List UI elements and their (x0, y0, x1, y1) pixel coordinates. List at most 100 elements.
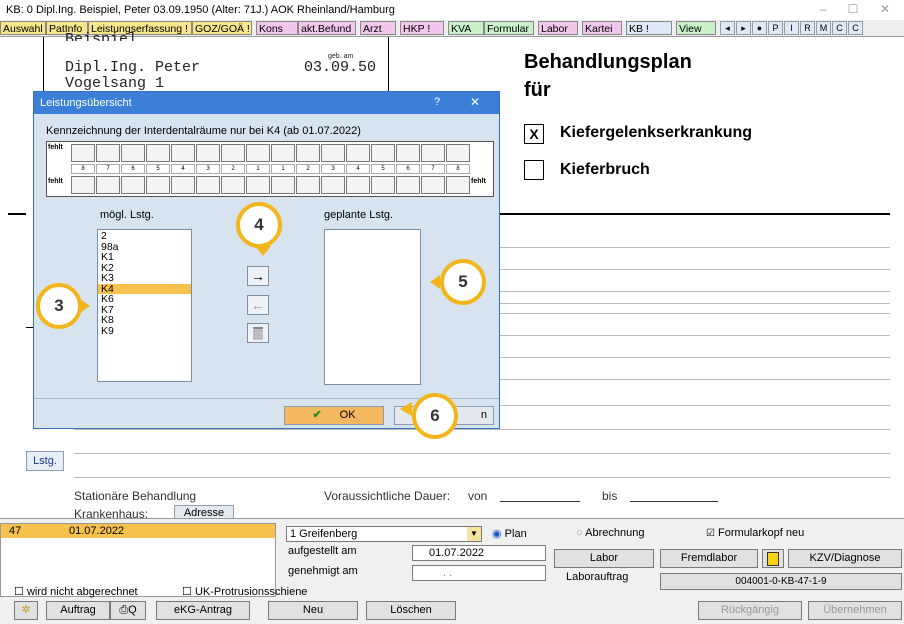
tab-formular[interactable]: Formular (484, 21, 534, 35)
von-line[interactable] (500, 501, 580, 502)
checkbox-uk-protrusion[interactable]: ☐ UK-Protrusionsschiene (182, 585, 307, 598)
check-kiefergelenk[interactable]: X (524, 124, 544, 144)
settings-button[interactable]: ✲ (14, 601, 38, 620)
lstg-button[interactable]: Lstg. (26, 451, 64, 471)
upper-tooth[interactable] (121, 144, 145, 162)
check-kieferbruch[interactable] (524, 160, 544, 180)
lower-tooth[interactable] (96, 176, 120, 194)
ok-button[interactable]: ✔ OK (284, 406, 384, 425)
possible-service-item[interactable]: K6 (98, 294, 191, 305)
kzv-diagnose-button[interactable]: KZV/Diagnose (788, 549, 902, 568)
tab-goz-goae[interactable]: GOZ/GOÄ ! (192, 21, 252, 35)
possible-service-item[interactable]: K9 (98, 325, 191, 337)
lower-tooth[interactable] (446, 176, 470, 194)
toolbar-icon-5[interactable]: R (800, 21, 815, 35)
upper-tooth[interactable] (396, 144, 420, 162)
aufgestellt-date-field[interactable]: 01.07.2022 (412, 545, 546, 561)
tooth-number: 8 (71, 164, 95, 174)
lower-tooth[interactable] (321, 176, 345, 194)
lower-tooth[interactable] (346, 176, 370, 194)
rueckgaengig-button[interactable]: Rückgängig (698, 601, 802, 620)
upper-tooth[interactable] (221, 144, 245, 162)
tab-kb[interactable]: KB ! (626, 21, 672, 35)
maximize-button[interactable]: ☐ (838, 2, 868, 18)
tab-hkp[interactable]: HKP ! (400, 21, 444, 35)
auftrag-button[interactable]: Auftrag (46, 601, 110, 620)
toolbar-icon-0[interactable]: ◂ (720, 21, 735, 35)
print-preview-button[interactable]: ⎙Q (110, 601, 146, 620)
toolbar-icon-1[interactable]: ▸ (736, 21, 751, 35)
dialog-close-button[interactable]: ✕ (470, 95, 480, 109)
toolbar-icon-2[interactable]: ● (752, 21, 767, 35)
minimize-button[interactable]: – (808, 2, 838, 18)
upper-tooth[interactable] (171, 144, 195, 162)
lower-tooth[interactable] (421, 176, 445, 194)
possible-service-item[interactable]: K3 (98, 273, 191, 284)
tooth-chart[interactable]: fehlt fehlt fehlt 8765432112345678 (46, 141, 494, 197)
note-button[interactable] (762, 549, 784, 568)
add-service-button[interactable]: → (247, 266, 269, 286)
tab-auswahl[interactable]: Auswahl (0, 21, 46, 35)
lower-tooth[interactable] (246, 176, 270, 194)
tab-kons[interactable]: Kons (256, 21, 298, 35)
possible-service-item[interactable]: 2 (98, 231, 191, 242)
delete-service-button[interactable] (247, 323, 269, 343)
upper-tooth[interactable] (446, 144, 470, 162)
toolbar-icon-4[interactable]: I (784, 21, 799, 35)
upper-tooth[interactable] (246, 144, 270, 162)
upper-tooth[interactable] (371, 144, 395, 162)
checkbox-empty-icon: ☐ (14, 586, 24, 598)
lower-tooth[interactable] (221, 176, 245, 194)
upper-tooth[interactable] (96, 144, 120, 162)
possible-services-list[interactable]: 2 98a K1 K2 K3 K4 K6 K7 K8 K9 (97, 229, 192, 382)
toolbar-icon-7[interactable]: C (832, 21, 847, 35)
tab-view[interactable]: View (676, 21, 716, 35)
laborauftrag-field[interactable]: 004001-0-KB-47-1-9 (660, 573, 902, 590)
upper-tooth[interactable] (146, 144, 170, 162)
radio-plan[interactable]: ◉ Plan (492, 527, 527, 540)
ekg-antrag-button[interactable]: eKG-Antrag (156, 601, 250, 620)
neu-button[interactable]: Neu (268, 601, 358, 620)
upper-tooth[interactable] (196, 144, 220, 162)
possible-service-item[interactable]: K8 (98, 315, 191, 326)
plan-list-row-selected[interactable]: 47 01.07.2022 (1, 524, 275, 538)
upper-tooth[interactable] (296, 144, 320, 162)
remove-service-button[interactable]: ← (247, 295, 269, 315)
close-window-button[interactable]: ✕ (870, 2, 900, 18)
lower-tooth[interactable] (71, 176, 95, 194)
checkbox-wird-nicht[interactable]: ☐ wird nicht abgerechnet (14, 585, 138, 598)
planned-services-list[interactable] (324, 229, 421, 385)
lower-tooth[interactable] (296, 176, 320, 194)
lower-tooth[interactable] (146, 176, 170, 194)
lower-tooth[interactable] (396, 176, 420, 194)
uebernehmen-button[interactable]: Übernehmen (808, 601, 902, 620)
lower-tooth[interactable] (271, 176, 295, 194)
checkbox-formularkopf[interactable]: ☑ Formularkopf neu (706, 527, 804, 539)
bis-line[interactable] (630, 501, 718, 502)
tab-akt-befund[interactable]: akt.Befund (298, 21, 356, 35)
tab-kartei[interactable]: Kartei (582, 21, 622, 35)
upper-tooth[interactable] (346, 144, 370, 162)
upper-tooth[interactable] (321, 144, 345, 162)
lower-tooth[interactable] (196, 176, 220, 194)
fremdlabor-button[interactable]: Fremdlabor (660, 549, 758, 568)
loeschen-button[interactable]: Löschen (366, 601, 456, 620)
lower-tooth[interactable] (171, 176, 195, 194)
tab-kva[interactable]: KVA (448, 21, 484, 35)
lower-tooth[interactable] (371, 176, 395, 194)
tab-labor[interactable]: Labor (538, 21, 578, 35)
genehmigt-date-field[interactable]: . . (412, 565, 546, 581)
tab-arzt[interactable]: Arzt (360, 21, 396, 35)
upper-tooth[interactable] (71, 144, 95, 162)
dialog-help-button[interactable]: ? (434, 96, 440, 108)
lower-tooth[interactable] (121, 176, 145, 194)
radio-abrechnung[interactable]: ○ Abrechnung (576, 527, 644, 539)
toolbar-icon-8[interactable]: C (848, 21, 863, 35)
toolbar-icon-6[interactable]: M (816, 21, 831, 35)
toolbar-icon-3[interactable]: P (768, 21, 783, 35)
upper-tooth[interactable] (271, 144, 295, 162)
labor-button[interactable]: Labor (554, 549, 654, 568)
upper-tooth[interactable] (421, 144, 445, 162)
location-select[interactable]: 1 Greifenberg ▼ (286, 526, 482, 542)
possible-service-item[interactable]: K1 (98, 252, 191, 263)
